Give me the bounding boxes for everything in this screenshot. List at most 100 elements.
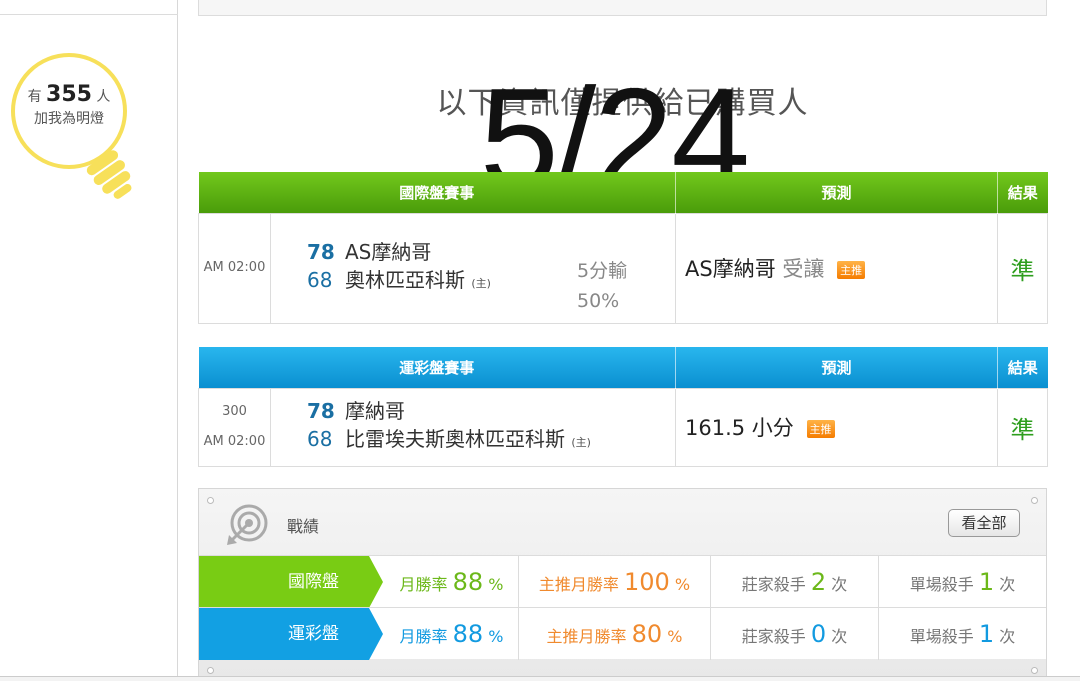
- team2-score: 68: [307, 427, 333, 451]
- team1-name: AS摩納哥: [345, 240, 432, 264]
- sidebar-top-divider: [0, 0, 178, 15]
- lottery-match-table: 運彩盤賽事 預測 結果 300 AM 02:00 78 摩納哥 68 比雷埃夫斯奧林…: [198, 347, 1049, 467]
- month-rate-value: 88: [452, 620, 484, 648]
- record-row-label-text: 國際盤: [288, 572, 339, 592]
- target-icon: [227, 504, 268, 545]
- record-row-intl: 國際盤 月勝率 88 % 主推月勝率 100 % 莊家殺手 2 次 單場殺手 1…: [199, 555, 1046, 608]
- main-rate-label: 主推月勝率: [546, 627, 627, 646]
- panel-rivet: [1031, 667, 1038, 674]
- intl-table-header: 國際盤賽事 預測 結果: [198, 172, 1048, 213]
- main-pick-badge: 主推: [837, 261, 866, 279]
- main-pick-badge: 主推: [806, 420, 835, 438]
- follower-count: 355: [46, 82, 92, 107]
- arrow-shape: [369, 608, 383, 660]
- host-mark: (主): [571, 436, 591, 449]
- month-rate-pct: %: [488, 575, 504, 594]
- single-killer: 單場殺手 1 次: [879, 608, 1046, 660]
- lottery-header-prediction: 預測: [675, 347, 999, 388]
- match-teams: 78 AS摩納哥 68 奧林匹亞科斯 (主) 5分輸 50%: [269, 212, 677, 324]
- record-row-lottery: 運彩盤 月勝率 88 % 主推月勝率 80 % 莊家殺手 0 次 單場殺手 1 …: [199, 607, 1046, 660]
- host-mark: (主): [471, 277, 491, 290]
- prediction: 161.5 小分 主推: [675, 387, 999, 467]
- record-title: 戰績: [287, 517, 320, 536]
- record-row-label: 國際盤: [199, 556, 383, 608]
- intl-header-prediction: 預測: [675, 172, 999, 213]
- follower-bulb[interactable]: 有 355 人 加我為明燈: [10, 52, 140, 212]
- prediction-team: AS摩納哥: [685, 257, 776, 281]
- follower-caption: 加我為明燈: [34, 111, 104, 127]
- intl-header-match: 國際盤賽事: [198, 172, 677, 213]
- record-row-label: 運彩盤: [199, 608, 383, 660]
- match-time: AM 02:00: [198, 212, 271, 324]
- main-content: 以下資訊僅提供給已購買人 5/24 國際盤賽事 預測 結果 AM 02:00 7…: [178, 0, 1080, 681]
- month-rate-label: 月勝率: [399, 627, 448, 646]
- prediction-type: 受讓: [782, 257, 825, 281]
- game-number: 300: [222, 404, 247, 419]
- lottery-header-match: 運彩盤賽事: [198, 347, 677, 388]
- game-info: 300 AM 02:00: [198, 387, 271, 467]
- team2-name: 奧林匹亞科斯: [345, 268, 465, 292]
- single-value: 1: [978, 568, 995, 596]
- prediction-text: 161.5 小分: [685, 416, 794, 440]
- single-label: 單場殺手: [909, 575, 974, 594]
- main-rate-label: 主推月勝率: [538, 575, 619, 594]
- main-rate-value: 100: [624, 568, 670, 596]
- bookmaker-killer: 莊家殺手 0 次: [711, 608, 879, 660]
- prediction: AS摩納哥 受讓 主推: [675, 212, 999, 324]
- single-unit: 次: [999, 575, 1016, 594]
- killer-value: 0: [810, 620, 827, 648]
- table-row[interactable]: 300 AM 02:00 78 摩納哥 68 比雷埃夫斯奧林匹亞科斯 (主) 161…: [198, 387, 1049, 467]
- record-panel: 戰績 看全部 國際盤 月勝率 88 % 主推月勝率 100 % 莊家殺手 2 次…: [198, 488, 1047, 681]
- team2-score: 68: [307, 268, 333, 292]
- killer-label: 莊家殺手: [741, 627, 806, 646]
- bookmaker-killer: 莊家殺手 2 次: [711, 556, 879, 608]
- lottery-table-header: 運彩盤賽事 預測 結果: [198, 347, 1048, 388]
- main-rate-pct: %: [674, 575, 691, 594]
- result-mark: 準: [997, 212, 1049, 324]
- record-row-label-text: 運彩盤: [288, 624, 339, 644]
- bottom-divider: [0, 676, 1080, 681]
- main-rate-pct: %: [667, 627, 683, 646]
- main-rate-value: 80: [631, 620, 663, 648]
- main-pick-win-rate: 主推月勝率 100 %: [519, 556, 711, 608]
- month-win-rate: 月勝率 88 %: [369, 608, 519, 660]
- table-row[interactable]: AM 02:00 78 AS摩納哥 68 奧林匹亞科斯 (主) 5分輸 50% AS…: [198, 212, 1049, 324]
- panel-rivet: [207, 667, 214, 674]
- arrow-shape: [369, 556, 383, 608]
- team1-name: 摩納哥: [345, 399, 405, 423]
- left-sidebar: 有 355 人 加我為明燈: [0, 0, 178, 681]
- month-rate-value: 88: [452, 568, 484, 596]
- killer-unit: 次: [831, 627, 848, 646]
- follower-count-prefix: 有: [27, 89, 42, 105]
- lottery-header-result: 結果: [997, 347, 1048, 388]
- month-rate-label: 月勝率: [399, 575, 448, 594]
- result-mark: 準: [997, 387, 1049, 467]
- killer-label: 莊家殺手: [741, 575, 806, 594]
- see-all-button[interactable]: 看全部: [948, 509, 1020, 537]
- single-label: 單場殺手: [909, 627, 974, 646]
- team2-name: 比雷埃夫斯奧林匹亞科斯: [345, 427, 565, 451]
- match-teams: 78 摩納哥 68 比雷埃夫斯奧林匹亞科斯 (主): [269, 387, 677, 467]
- handicap-percent: 50%: [577, 289, 620, 312]
- handicap-line: 5分輸: [577, 259, 628, 282]
- follower-count-suffix: 人: [96, 89, 111, 105]
- single-value: 1: [978, 620, 995, 648]
- top-panel-edge: [198, 0, 1047, 16]
- killer-unit: 次: [831, 575, 848, 594]
- handicap: 5分輸 50%: [577, 256, 627, 316]
- team1-score: 78: [307, 240, 335, 264]
- killer-value: 2: [810, 568, 827, 596]
- record-header: 戰績 看全部: [199, 489, 1046, 555]
- main-pick-win-rate: 主推月勝率 80 %: [519, 608, 711, 660]
- month-rate-pct: %: [488, 627, 504, 646]
- team1-score: 78: [307, 399, 335, 423]
- lightbulb-icon: [11, 53, 132, 199]
- single-killer: 單場殺手 1 次: [879, 556, 1046, 608]
- match-time: AM 02:00: [203, 434, 266, 449]
- follower-count-text: 有 355 人 加我為明燈: [10, 84, 128, 130]
- single-unit: 次: [999, 627, 1016, 646]
- intl-header-result: 結果: [997, 172, 1048, 213]
- month-win-rate: 月勝率 88 %: [369, 556, 519, 608]
- intl-match-table: 國際盤賽事 預測 結果 AM 02:00 78 AS摩納哥 68 奧林匹亞科斯 (主…: [198, 172, 1049, 324]
- page: 有 355 人 加我為明燈 以下資訊僅提供給已購買人 5/24 國際盤賽事 預測…: [0, 0, 1080, 681]
